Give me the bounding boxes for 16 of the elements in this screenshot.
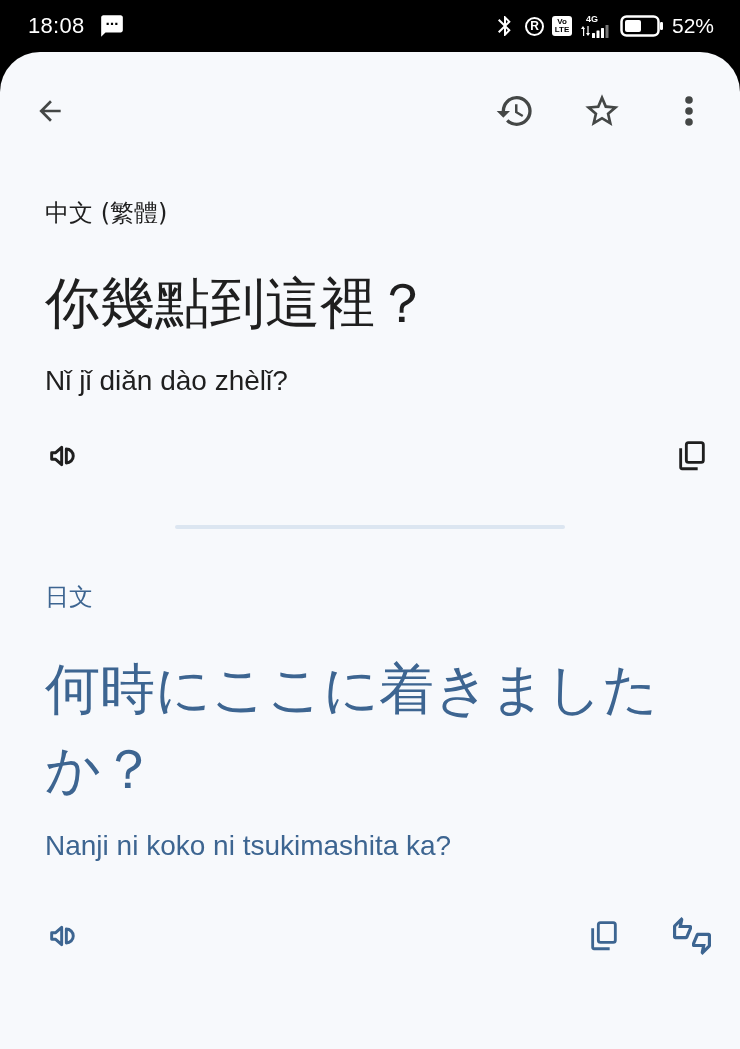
- more-icon: [685, 96, 693, 126]
- status-time: 18:08: [28, 13, 85, 39]
- network-type: 4G: [585, 14, 598, 24]
- thumbs-up-down-icon: [673, 917, 711, 955]
- target-language: 日文: [45, 582, 93, 613]
- target-text: 何時にここに着きましたか？: [45, 656, 659, 803]
- signal-icon: [579, 23, 612, 38]
- message-icon: [98, 13, 125, 39]
- source-language: 中文 (繁體): [45, 198, 168, 229]
- source-transliteration: Nǐ jǐ diǎn dào zhèlǐ?: [45, 364, 288, 398]
- target-transliteration: Nanji ni koko ni tsukimashita ka?: [45, 829, 452, 863]
- roaming-indicator: R: [524, 16, 544, 36]
- battery-percent: 52%: [671, 14, 714, 38]
- source-text: 你幾點到這裡？: [45, 270, 430, 337]
- volte-badge: Vo LTE: [551, 16, 572, 36]
- battery-icon: [619, 15, 664, 37]
